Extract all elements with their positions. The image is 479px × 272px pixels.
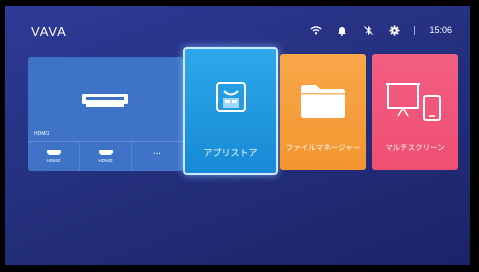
hdmi-sub-inputs: HDMI2 HDMI3 ••• <box>28 141 183 171</box>
hdmi2-label: HDMI2 <box>46 158 61 163</box>
hdmi3-label: HDMI3 <box>98 158 113 163</box>
app-store-bag-icon <box>216 82 246 112</box>
wifi-icon[interactable] <box>310 24 322 36</box>
status-divider <box>414 25 416 35</box>
settings-gear-icon[interactable] <box>388 24 400 36</box>
bluetooth-off-icon[interactable] <box>362 24 374 36</box>
hdmi-port-icon <box>46 150 61 155</box>
file-manager-tile[interactable]: ファイルマネージャー <box>280 54 366 170</box>
hdmi-port-icon <box>98 150 113 155</box>
screen-mirroring-icon <box>386 83 441 121</box>
folder-icon <box>301 85 345 118</box>
more-dots-icon: ••• <box>153 151 162 156</box>
file-manager-label: ファイルマネージャー <box>285 143 361 152</box>
status-bar: 15:06 <box>310 24 452 36</box>
hdmi-port-icon <box>82 94 128 107</box>
brand-logo: VAVA <box>31 24 67 39</box>
hdmi2-button[interactable]: HDMI2 <box>28 142 80 171</box>
more-inputs-button[interactable]: ••• <box>132 142 183 171</box>
multi-screen-label: マルチスクリーン <box>385 143 445 152</box>
hdmi1-label: HDMI1 <box>34 131 50 137</box>
app-store-label: アプリストア <box>203 148 258 158</box>
home-screen: VAVA 15:06 HDMI1 HDMI2 HDMI3 ••• アプリストア … <box>5 6 470 265</box>
hdmi-input-tile[interactable]: HDMI1 HDMI2 HDMI3 ••• <box>28 57 183 171</box>
hdmi3-button[interactable]: HDMI3 <box>80 142 132 171</box>
clock-time: 15:06 <box>429 25 452 35</box>
app-store-tile[interactable]: アプリストア <box>183 47 278 175</box>
notification-bell-icon[interactable] <box>336 24 348 36</box>
multi-screen-tile[interactable]: マルチスクリーン <box>372 54 458 170</box>
